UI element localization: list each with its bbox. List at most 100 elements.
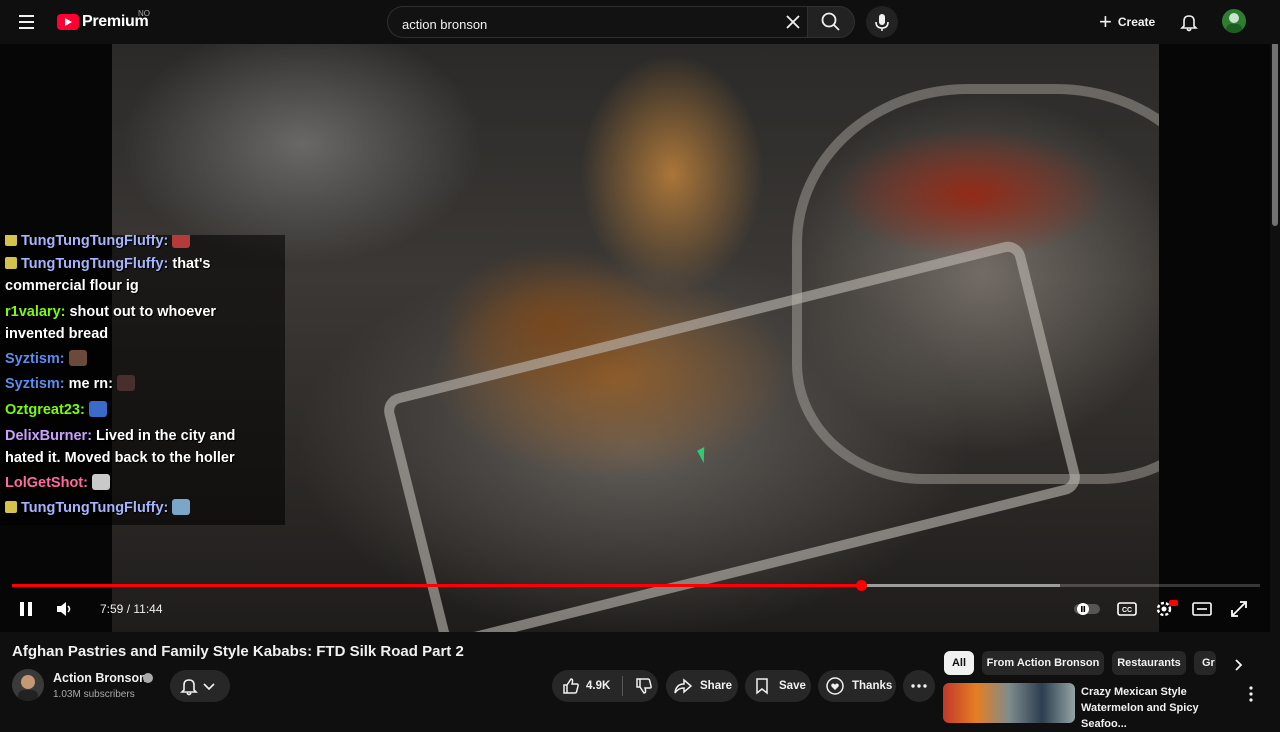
- youtube-logo-icon: [57, 14, 79, 30]
- voice-search-button[interactable]: [866, 6, 898, 38]
- chat-badge-icon: [5, 257, 17, 269]
- progress-played: [12, 584, 861, 587]
- youtube-premium-logo[interactable]: Premium: [57, 12, 149, 32]
- fullscreen-icon: [1231, 601, 1247, 617]
- microphone-icon: [875, 14, 889, 31]
- chat-emote-icon: [88, 401, 107, 417]
- save-label: Save: [779, 680, 806, 692]
- chat-text: that's: [172, 256, 211, 272]
- time-display: 7:59 / 11:44: [100, 602, 163, 616]
- chat-username[interactable]: r1valary:: [5, 304, 65, 320]
- chat-username[interactable]: TungTungTungFluffy:: [21, 256, 168, 272]
- fullscreen-button[interactable]: [1227, 597, 1251, 621]
- chip-from-action-bronson[interactable]: From Action Bronson: [982, 651, 1104, 675]
- recommendation-more-icon[interactable]: [1243, 684, 1259, 704]
- video-player[interactable]: TungTungTungFluffy: TungTungTungFluffy: th…: [0, 44, 1270, 632]
- like-button[interactable]: 4.9K: [560, 675, 610, 697]
- chip-truncated[interactable]: Gr: [1194, 651, 1216, 675]
- autoplay-toggle[interactable]: [1072, 597, 1100, 621]
- chat-emote-icon: [68, 350, 87, 366]
- chat-message: DelixBurner: Lived in the city and: [5, 425, 235, 447]
- chat-badge-icon: [5, 235, 17, 246]
- account-avatar[interactable]: [1222, 9, 1246, 33]
- chat-username[interactable]: DelixBurner:: [5, 428, 92, 444]
- chip-scroll-right-icon[interactable]: [1228, 655, 1248, 675]
- chat-emote-icon: [91, 474, 110, 490]
- gear-icon: [1156, 600, 1178, 617]
- pause-icon: [20, 602, 32, 616]
- channel-avatar[interactable]: [12, 669, 44, 701]
- clear-search-icon[interactable]: [782, 11, 804, 33]
- chat-message: r1valary: shout out to whoever: [5, 301, 216, 323]
- volume-button[interactable]: [52, 597, 76, 621]
- share-button[interactable]: Share: [666, 670, 738, 702]
- chevron-down-icon: [203, 683, 215, 691]
- chat-username[interactable]: LolGetShot:: [5, 475, 88, 491]
- chat-emote-icon: [172, 235, 191, 248]
- subscribed-notifications-button[interactable]: [170, 670, 230, 702]
- hotel-pan: [380, 238, 1084, 632]
- share-label: Share: [700, 680, 732, 692]
- thanks-label: Thanks: [852, 680, 893, 692]
- save-button[interactable]: Save: [745, 670, 811, 702]
- chat-message: Syztism:: [5, 348, 87, 370]
- search-box: [387, 6, 809, 38]
- like-divider: [622, 676, 624, 696]
- chat-text: commercial flour ig: [5, 278, 139, 294]
- create-label: Create: [1117, 15, 1156, 29]
- video-title: Afghan Pastries and Family Style Kababs:…: [12, 643, 464, 660]
- recommendation-thumbnail[interactable]: [943, 683, 1075, 723]
- chat-text: shout out to whoever: [69, 304, 217, 320]
- chat-text: invented bread: [5, 326, 109, 342]
- chat-username[interactable]: TungTungTungFluffy:: [21, 500, 168, 516]
- channel-name[interactable]: Action Bronson: [53, 671, 147, 685]
- chip-restaurants[interactable]: Restaurants: [1112, 651, 1186, 675]
- chat-message: TungTungTungFluffy:: [5, 235, 191, 252]
- chat-message: invented bread: [5, 323, 108, 345]
- chat-overlay: TungTungTungFluffy: TungTungTungFluffy: th…: [0, 235, 285, 525]
- thanks-button[interactable]: Thanks: [818, 670, 896, 702]
- theater-mode-button[interactable]: [1190, 597, 1214, 621]
- chat-message: Oztgreat23:: [5, 399, 107, 421]
- page-scrollbar[interactable]: [1270, 0, 1280, 720]
- search-input[interactable]: [400, 13, 774, 35]
- menu-icon[interactable]: [16, 10, 40, 34]
- theater-icon: [1192, 602, 1212, 616]
- chat-message: TungTungTungFluffy:: [5, 497, 191, 519]
- chat-username[interactable]: Syztism:: [5, 351, 65, 367]
- progress-scrubber[interactable]: [855, 580, 867, 591]
- chat-message: LolGetShot:: [5, 472, 110, 494]
- dislike-button[interactable]: [633, 675, 655, 697]
- chat-emote-icon: [116, 375, 135, 391]
- recommendation-title[interactable]: Crazy Mexican Style Watermelon and Spicy…: [1081, 684, 1241, 732]
- chat-emote-icon: [172, 499, 191, 515]
- notifications-bell-icon[interactable]: [1178, 11, 1200, 33]
- verified-icon: [143, 673, 153, 683]
- chat-username[interactable]: TungTungTungFluffy:: [21, 235, 168, 249]
- chat-message: Syztism: me rn:: [5, 373, 135, 395]
- subscriber-count: 1.03M subscribers: [53, 689, 135, 700]
- thumbs-up-icon: [563, 678, 579, 694]
- chip-all[interactable]: All: [944, 651, 974, 675]
- create-button[interactable]: + Create: [1093, 6, 1165, 38]
- chat-text: hated it. Moved back to the holler: [5, 450, 235, 466]
- chat-username[interactable]: Oztgreat23:: [5, 402, 85, 418]
- chat-username[interactable]: Syztism:: [5, 376, 65, 392]
- plus-icon: +: [1099, 9, 1112, 34]
- captions-icon: CC: [1117, 602, 1137, 616]
- chat-text: me rn:: [68, 376, 113, 392]
- like-dislike-group: 4.9K: [552, 670, 658, 702]
- captions-button[interactable]: CC: [1115, 597, 1139, 621]
- thumbs-down-icon: [636, 678, 653, 694]
- share-icon: [674, 678, 693, 694]
- progress-bar[interactable]: [12, 580, 1260, 591]
- autoplay-icon: [1074, 603, 1100, 615]
- search-button[interactable]: [807, 6, 855, 38]
- settings-button[interactable]: [1152, 597, 1178, 621]
- chat-message: commercial flour ig: [5, 275, 139, 297]
- svg-text:CC: CC: [1122, 607, 1132, 614]
- pause-button[interactable]: [14, 597, 38, 621]
- chat-badge-icon: [5, 501, 17, 513]
- more-actions-button[interactable]: [903, 670, 935, 702]
- thanks-heart-icon: [826, 677, 844, 695]
